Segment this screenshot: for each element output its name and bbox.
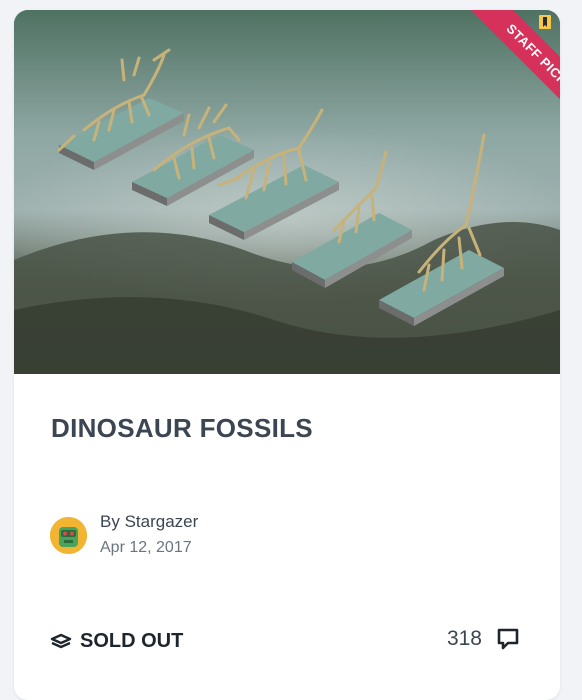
avatar[interactable] (50, 517, 87, 554)
sold-out-status: SOLD OUT (50, 630, 183, 653)
author-line: By Stargazer (100, 512, 198, 532)
comments-link[interactable]: 318 (447, 627, 520, 651)
author-prefix: By (100, 512, 120, 531)
author-name[interactable]: Stargazer (125, 512, 199, 531)
product-card[interactable]: STAFF PICK DINOSAUR FOSSILS By Stargazer… (14, 10, 560, 700)
speech-bubble-icon (497, 628, 519, 650)
publish-date: Apr 12, 2017 (100, 539, 192, 556)
bookmark-flag-icon (539, 15, 551, 29)
status-label: SOLD OUT (80, 630, 184, 652)
product-image[interactable]: STAFF PICK (14, 10, 560, 374)
product-title[interactable]: DINOSAUR FOSSILS (51, 413, 313, 444)
robot-avatar-icon (50, 517, 87, 554)
comment-count: 318 (446, 627, 482, 650)
layers-icon (50, 633, 72, 648)
staff-pick-ribbon: STAFF PICK (442, 10, 560, 128)
